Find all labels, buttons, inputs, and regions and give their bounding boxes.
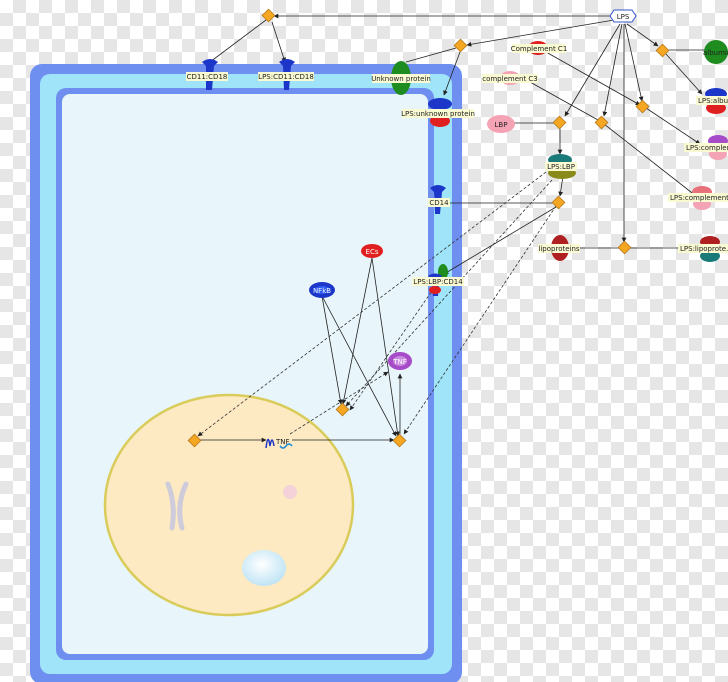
lps-complement-c1-complex[interactable]: LPS:complem... [684, 135, 728, 160]
tnf-gene-label: TNF [275, 438, 290, 446]
protein-oval-icon [429, 286, 441, 294]
protein-oval-icon [428, 98, 452, 110]
complement-c3-node[interactable]: complement C3 [482, 71, 538, 85]
lbp-label: LBP [495, 121, 508, 129]
pathway-canvas: LPS CD11:CD18 LPS:CD11:CD18 Unknown prot… [30, 8, 728, 682]
complement-c3-label: complement C3 [482, 75, 538, 83]
cd14-label: CD14 [429, 199, 449, 207]
lipoproteins-node[interactable]: lipoproteins [538, 235, 580, 261]
process-diamond-icon[interactable] [551, 195, 566, 210]
lps-label: LPS [617, 13, 630, 21]
lps-albumin-complex[interactable]: LPS:albu... [696, 88, 728, 114]
pathway-diagram: LPS CD11:CD18 LPS:CD11:CD18 Unknown prot… [0, 0, 728, 682]
lipoproteins-label: lipoproteins [538, 245, 579, 253]
lps-albumin-label: LPS:albu... [698, 97, 728, 105]
nucleolus [242, 550, 286, 586]
lps-cd11-cd18-label: LPS:CD11:CD18 [258, 73, 314, 81]
lps-complement-c3-complex[interactable]: LPS:complement C... [668, 186, 728, 210]
process-diamond-icon[interactable] [635, 99, 650, 114]
red-protein-node[interactable]: ECs [361, 244, 383, 258]
process-diamond-icon[interactable] [617, 240, 632, 255]
lps-node[interactable]: LPS [609, 9, 637, 23]
blue-protein-node[interactable]: NFkB [309, 282, 335, 298]
lps-lipoproteins-label: LPS:lipoprote... [680, 245, 728, 253]
lps-complement-c1-label: LPS:complem... [686, 144, 728, 152]
complement-c1-label: Complement C1 [511, 45, 568, 53]
red-protein-label: ECs [366, 248, 379, 256]
lbp-node[interactable]: LBP [487, 115, 515, 133]
tnf-protein-label: TNF [392, 358, 407, 366]
cd11-cd18-label: CD11:CD18 [187, 73, 228, 81]
tnf-protein-node[interactable]: TNF [388, 352, 412, 370]
unknown-protein-label: Unknown protein [371, 75, 431, 83]
lps-lbp-cd14-label: LPS:LBP:CD14 [413, 278, 463, 286]
process-diamond-icon[interactable] [453, 38, 468, 53]
albumin-node[interactable]: albumin [703, 40, 728, 64]
lps-lbp-label: LPS:LBP [547, 163, 575, 171]
lps-unknown-protein-label: LPS:unknown protein [401, 110, 475, 118]
blue-protein-label: NFkB [313, 287, 331, 295]
lps-lbp-complex[interactable]: LPS:LBP [545, 154, 577, 179]
process-diamond-icon[interactable] [552, 115, 567, 130]
process-diamond-icon[interactable] [594, 115, 609, 130]
nucleus [103, 393, 355, 617]
lps-complement-c3-label: LPS:complement C... [670, 194, 728, 202]
complement-c1-node[interactable]: Complement C1 [511, 41, 568, 55]
nuclear-body [283, 485, 297, 499]
albumin-label: albumin [703, 49, 728, 57]
lps-lipoproteins-complex[interactable]: LPS:lipoprote... [678, 236, 728, 262]
process-diamond-icon[interactable] [261, 8, 276, 23]
